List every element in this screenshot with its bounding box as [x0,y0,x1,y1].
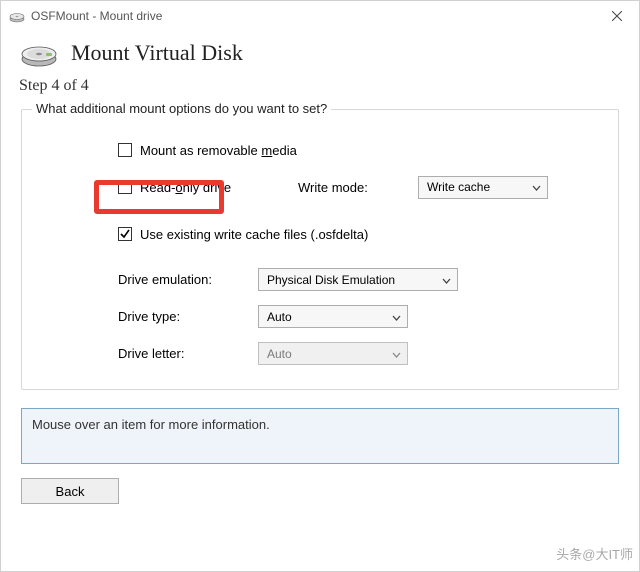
close-icon [612,11,622,21]
use-cache-label: Use existing write cache files (.osfdelt… [140,227,368,242]
removable-media-label: Mount as removable media [140,143,297,158]
drive-emulation-value: Physical Disk Emulation [267,273,395,287]
drive-type-row: Drive type: Auto [118,305,598,328]
info-panel: Mouse over an item for more information. [21,408,619,464]
drive-letter-row: Drive letter: Auto [118,342,598,365]
back-button-label: Back [56,484,85,499]
titlebar: OSFMount - Mount drive [1,1,639,31]
mount-options-group: What additional mount options do you wan… [21,109,619,390]
back-button[interactable]: Back [21,478,119,504]
read-only-label: Read-only drive [140,180,231,195]
group-legend: What additional mount options do you wan… [32,101,331,116]
use-cache-row: Use existing write cache files (.osfdelt… [118,222,598,246]
step-indicator: Step 4 of 4 [1,71,639,99]
write-mode-value: Write cache [427,180,490,194]
drive-type-label: Drive type: [118,309,258,324]
readonly-row: Read-only drive Write mode: Write cache [118,174,598,200]
removable-media-checkbox[interactable]: Mount as removable media [118,143,297,158]
window-title: OSFMount - Mount drive [31,9,594,23]
close-button[interactable] [594,1,639,31]
drive-emulation-row: Drive emulation: Physical Disk Emulation [118,268,598,291]
write-mode-label: Write mode: [298,180,378,195]
write-mode-select[interactable]: Write cache [418,176,548,199]
drive-emulation-select[interactable]: Physical Disk Emulation [258,268,458,291]
chevron-down-icon [532,180,541,194]
button-bar: Back [1,464,639,504]
chevron-down-icon [392,347,401,361]
watermark: 头条@大IT师 [556,544,633,563]
drive-icon [19,37,59,69]
drive-letter-select: Auto [258,342,408,365]
removable-row: Mount as removable media [118,138,598,162]
drive-letter-value: Auto [267,347,292,361]
info-text: Mouse over an item for more information. [32,417,270,432]
page-title: Mount Virtual Disk [71,40,243,66]
chevron-down-icon [392,310,401,324]
drive-type-select[interactable]: Auto [258,305,408,328]
read-only-checkbox[interactable]: Read-only drive [118,180,258,195]
use-cache-checkbox[interactable]: Use existing write cache files (.osfdelt… [118,227,368,242]
drive-letter-label: Drive letter: [118,346,258,361]
drive-type-value: Auto [267,310,292,324]
chevron-down-icon [442,273,451,287]
app-icon [9,8,25,24]
header: Mount Virtual Disk [1,31,639,71]
drive-emulation-label: Drive emulation: [118,272,258,287]
